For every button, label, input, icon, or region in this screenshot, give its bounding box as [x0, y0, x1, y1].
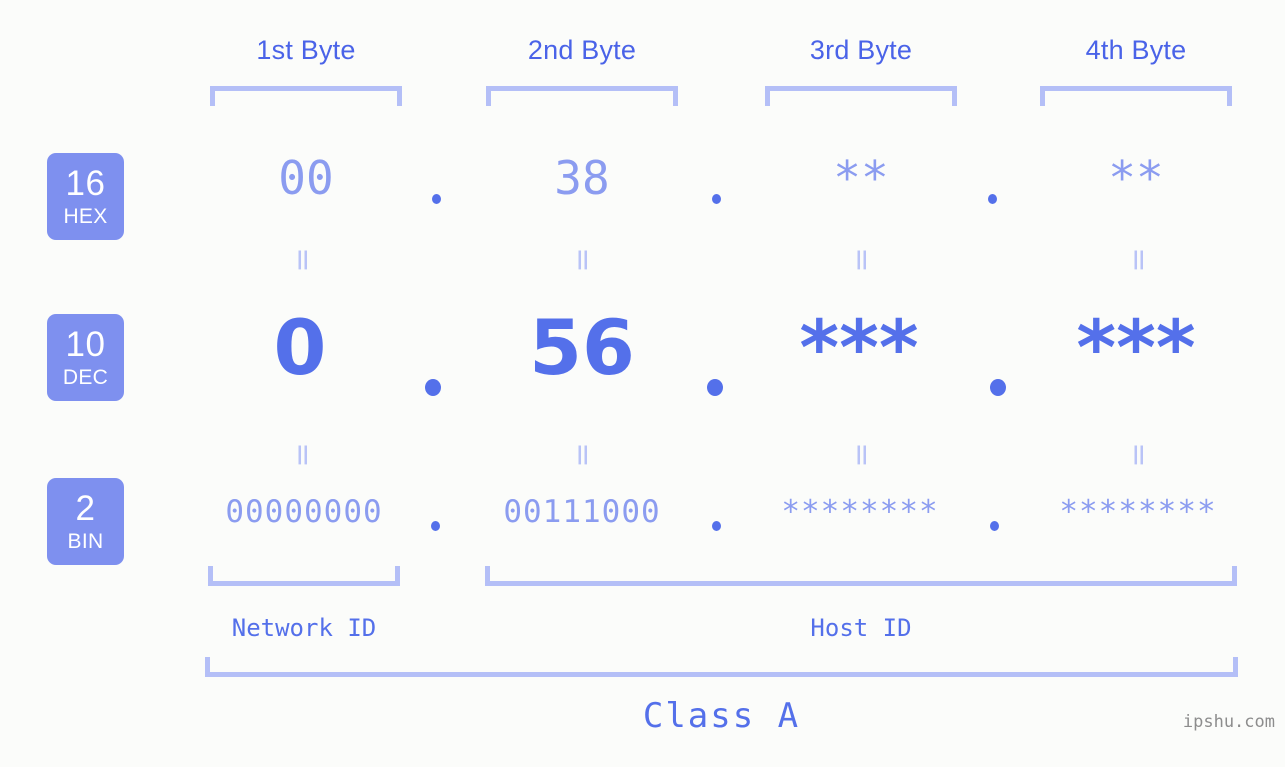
- network-id-label: Network ID: [231, 614, 377, 642]
- base-badge-hex-number: 16: [65, 164, 106, 203]
- host-id-label: Host ID: [810, 614, 912, 642]
- network-id-bracket: [208, 566, 400, 586]
- hex-octet-3: **: [833, 151, 889, 205]
- base-badge-dec-number: 10: [65, 325, 106, 364]
- base-badge-bin: 2 BIN: [47, 478, 124, 565]
- dec-separator-dot-3: [990, 379, 1006, 396]
- dec-octet-3: ***: [799, 303, 919, 392]
- byte-bracket-2: [486, 86, 678, 106]
- base-badge-bin-label: BIN: [67, 530, 104, 553]
- ip-byte-breakdown-diagram: 1st Byte 2nd Byte 3rd Byte 4th Byte 16 H…: [0, 0, 1285, 767]
- bin-octet-1: 00000000: [225, 494, 383, 530]
- hex-separator-dot-2: [712, 194, 721, 204]
- dec-octet-4: ***: [1076, 303, 1196, 392]
- equals-mark-dec-bin-1: =: [285, 442, 321, 468]
- byte-bracket-4: [1040, 86, 1232, 106]
- class-bracket: [205, 657, 1238, 677]
- equals-mark-hex-dec-3: =: [844, 247, 880, 273]
- equals-mark-hex-dec-1: =: [285, 247, 321, 273]
- equals-mark-hex-dec-4: =: [1121, 247, 1157, 273]
- dec-octet-2: 56: [529, 303, 635, 392]
- dec-separator-dot-1: [425, 379, 441, 396]
- base-badge-dec: 10 DEC: [47, 314, 124, 401]
- bin-separator-dot-2: [712, 521, 721, 531]
- class-label: Class A: [642, 696, 801, 736]
- base-badge-dec-label: DEC: [62, 366, 109, 389]
- byte-header-1: 1st Byte: [256, 35, 356, 65]
- equals-mark-dec-bin-2: =: [565, 442, 601, 468]
- byte-header-2: 2nd Byte: [527, 35, 637, 65]
- byte-bracket-1: [210, 86, 402, 106]
- bin-separator-dot-1: [431, 521, 440, 531]
- site-watermark: ipshu.com: [1182, 712, 1275, 732]
- dec-separator-dot-2: [707, 379, 723, 396]
- hex-separator-dot-3: [988, 194, 997, 204]
- dec-octet-1: 0: [273, 303, 327, 392]
- equals-mark-dec-bin-4: =: [1121, 442, 1157, 468]
- bin-octet-4: ********: [1059, 494, 1217, 530]
- byte-bracket-3: [765, 86, 957, 106]
- base-badge-hex: 16 HEX: [47, 153, 124, 240]
- base-badge-bin-number: 2: [75, 489, 96, 528]
- base-badge-hex-label: HEX: [63, 205, 108, 228]
- equals-mark-hex-dec-2: =: [565, 247, 601, 273]
- byte-header-3: 3rd Byte: [809, 35, 913, 65]
- bin-octet-2: 00111000: [503, 494, 661, 530]
- hex-octet-1: 00: [278, 151, 334, 205]
- equals-mark-dec-bin-3: =: [844, 442, 880, 468]
- bin-separator-dot-3: [990, 521, 999, 531]
- bin-octet-3: ********: [781, 494, 939, 530]
- byte-header-4: 4th Byte: [1085, 35, 1187, 65]
- hex-separator-dot-1: [432, 194, 441, 204]
- hex-octet-4: **: [1108, 151, 1164, 205]
- host-id-bracket: [485, 566, 1237, 586]
- hex-octet-2: 38: [554, 151, 610, 205]
